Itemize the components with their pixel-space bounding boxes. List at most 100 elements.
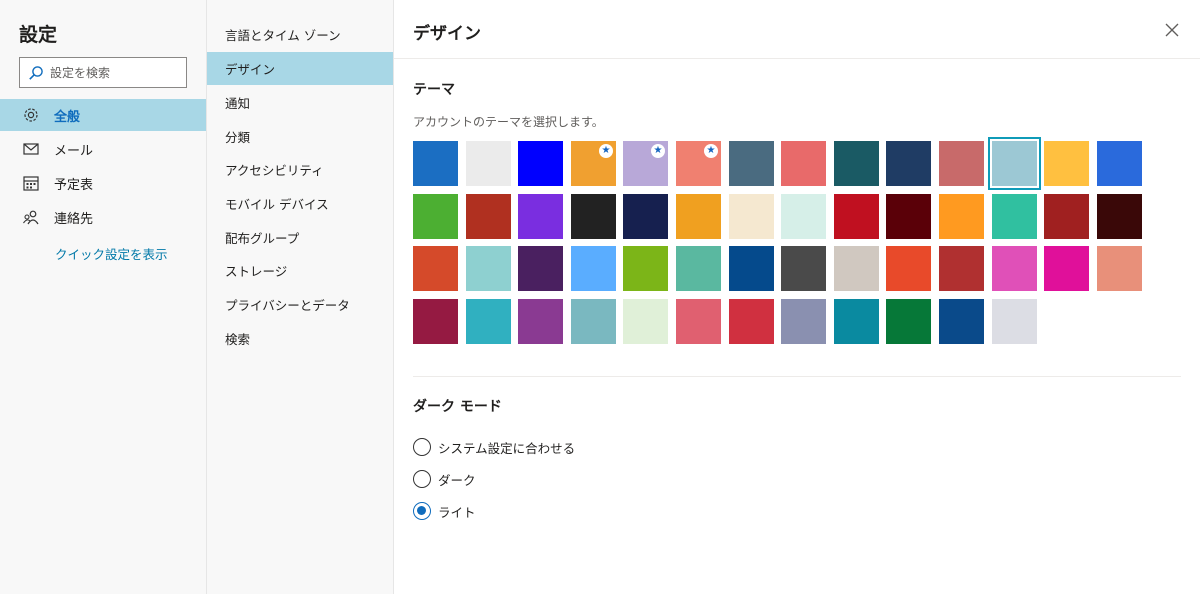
theme-swatch[interactable] [676,194,721,239]
theme-swatch[interactable] [781,141,826,186]
subnav-mobile-devices[interactable]: モバイル デバイス [207,187,393,220]
theme-swatch[interactable] [729,141,774,186]
subnav-storage[interactable]: ストレージ [207,254,393,287]
theme-swatch[interactable] [886,246,931,291]
calendar-icon [22,174,40,192]
subnav-accessibility[interactable]: アクセシビリティ [207,153,393,186]
design-settings-pane: デザイン テーマ アカウントのテーマを選択します。 ★ ★ ★ ダーク モード シス… [394,0,1200,594]
theme-swatch[interactable] [413,246,458,291]
theme-swatch[interactable] [1097,246,1142,291]
theme-swatch[interactable] [413,299,458,344]
radio-follow-system[interactable]: システム設定に合わせる [413,437,575,457]
theme-swatch[interactable]: ★ [676,141,721,186]
radio-follow-system-label: システム設定に合わせる [438,440,576,456]
nav-contacts[interactable]: 連絡先 [0,201,206,233]
nav-mail[interactable]: メール [0,133,206,165]
theme-swatch[interactable] [1044,194,1089,239]
settings-title: 設定 [19,24,58,46]
theme-swatch[interactable] [518,299,563,344]
star-icon: ★ [599,144,613,158]
theme-swatch[interactable] [781,194,826,239]
theme-swatch[interactable] [834,299,879,344]
theme-swatch[interactable] [571,194,616,239]
radio-dark[interactable]: ダーク [413,469,476,489]
theme-swatch[interactable] [623,299,668,344]
theme-swatch[interactable] [781,246,826,291]
theme-swatch[interactable] [466,141,511,186]
theme-swatch[interactable] [1044,246,1089,291]
theme-swatch[interactable] [992,246,1037,291]
radio-light-label: ライト [438,504,476,520]
theme-swatch[interactable] [413,194,458,239]
theme-swatch[interactable] [992,194,1037,239]
mail-icon [22,140,40,158]
radio-light[interactable]: ライト [413,501,476,521]
theme-swatch[interactable] [729,299,774,344]
theme-swatch[interactable] [571,246,616,291]
subnav-language-time[interactable]: 言語とタイム ゾーン [207,18,393,51]
theme-swatch[interactable] [834,141,879,186]
theme-swatch[interactable] [729,246,774,291]
settings-search-box[interactable] [19,57,187,88]
theme-swatch[interactable] [939,194,984,239]
settings-search-input[interactable] [50,65,180,80]
theme-section-title: テーマ [413,82,455,98]
nav-mail-label: メール [54,143,94,159]
theme-swatch[interactable] [886,141,931,186]
theme-swatch[interactable] [571,299,616,344]
theme-swatch[interactable] [676,246,721,291]
nav-calendar[interactable]: 予定表 [0,167,206,199]
theme-swatch[interactable] [466,246,511,291]
theme-swatch[interactable] [886,194,931,239]
radio-circle [413,470,431,488]
theme-swatch[interactable] [518,246,563,291]
theme-swatch[interactable] [1097,194,1142,239]
dark-mode-section-title: ダーク モード [413,399,502,415]
theme-swatch[interactable] [939,141,984,186]
star-icon: ★ [704,144,718,158]
theme-swatch[interactable] [939,299,984,344]
nav-general[interactable]: 全般 [0,99,206,131]
radio-dark-label: ダーク [438,472,476,488]
subnav-notifications[interactable]: 通知 [207,86,393,119]
gear-icon [22,106,40,124]
theme-swatch[interactable] [413,141,458,186]
theme-swatch[interactable] [834,194,879,239]
quick-settings-link[interactable]: クイック設定を表示 [55,244,168,263]
theme-swatch[interactable] [466,299,511,344]
theme-swatch[interactable] [992,299,1037,344]
theme-swatch[interactable] [518,194,563,239]
theme-swatch[interactable] [676,299,721,344]
theme-swatch[interactable] [939,246,984,291]
theme-swatch[interactable] [1097,141,1142,186]
nav-general-label: 全般 [54,109,81,125]
subnav-privacy-data[interactable]: プライバシーとデータ [207,288,393,321]
subnav-distribution-groups[interactable]: 配布グループ [207,221,393,254]
nav-contacts-label: 連絡先 [54,211,94,227]
theme-swatch[interactable] [623,246,668,291]
subnav-search[interactable]: 検索 [207,322,393,355]
star-icon: ★ [651,144,665,158]
theme-swatch[interactable] [518,141,563,186]
page-title: デザイン [413,24,481,44]
theme-swatch[interactable] [466,194,511,239]
theme-swatch[interactable] [1044,141,1089,186]
contacts-icon [22,208,40,226]
theme-swatch[interactable]: ★ [571,141,616,186]
general-subcategory-pane: 言語とタイム ゾーン デザイン 通知 分類 アクセシビリティ モバイル デバイス… [207,0,394,594]
theme-swatch[interactable] [781,299,826,344]
theme-swatch[interactable] [886,299,931,344]
theme-swatch[interactable] [729,194,774,239]
theme-swatch[interactable]: ★ [623,141,668,186]
subnav-design[interactable]: デザイン [207,52,393,85]
nav-calendar-label: 予定表 [54,177,94,193]
close-icon[interactable] [1164,22,1180,38]
theme-swatch[interactable] [834,246,879,291]
section-divider [413,376,1181,377]
theme-swatch[interactable] [623,194,668,239]
search-icon [29,65,43,80]
theme-swatch[interactable] [988,137,1041,190]
subnav-categories[interactable]: 分類 [207,120,393,153]
theme-description: アカウントのテーマを選択します。 [413,115,604,129]
header-divider [394,58,1200,59]
